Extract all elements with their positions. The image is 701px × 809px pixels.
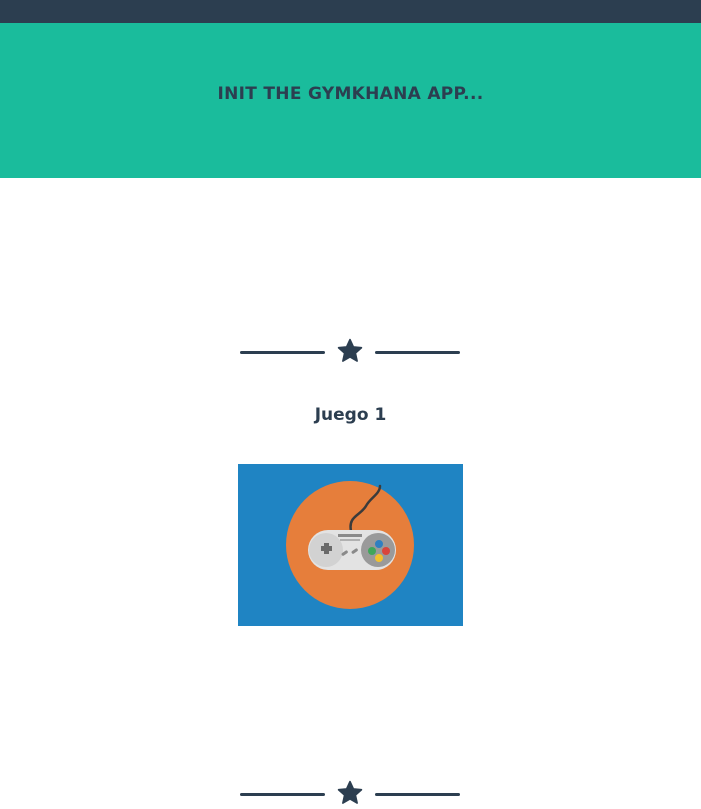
game-title: Juego 1 bbox=[314, 405, 387, 425]
section-divider bbox=[240, 337, 460, 367]
top-bar bbox=[0, 0, 701, 23]
divider-line-right bbox=[375, 793, 460, 796]
app-header-title: INIT THE GYMKHANA APP... bbox=[217, 84, 484, 104]
divider-line-right bbox=[375, 351, 460, 354]
section-divider bbox=[240, 779, 460, 809]
divider-line-left bbox=[240, 351, 325, 354]
app-header: INIT THE GYMKHANA APP... bbox=[0, 23, 701, 178]
gamepad-illustration bbox=[286, 481, 414, 609]
game-image-link[interactable] bbox=[238, 464, 463, 626]
divider-line-left bbox=[240, 793, 325, 796]
star-icon bbox=[337, 780, 363, 804]
star-icon bbox=[337, 338, 363, 362]
